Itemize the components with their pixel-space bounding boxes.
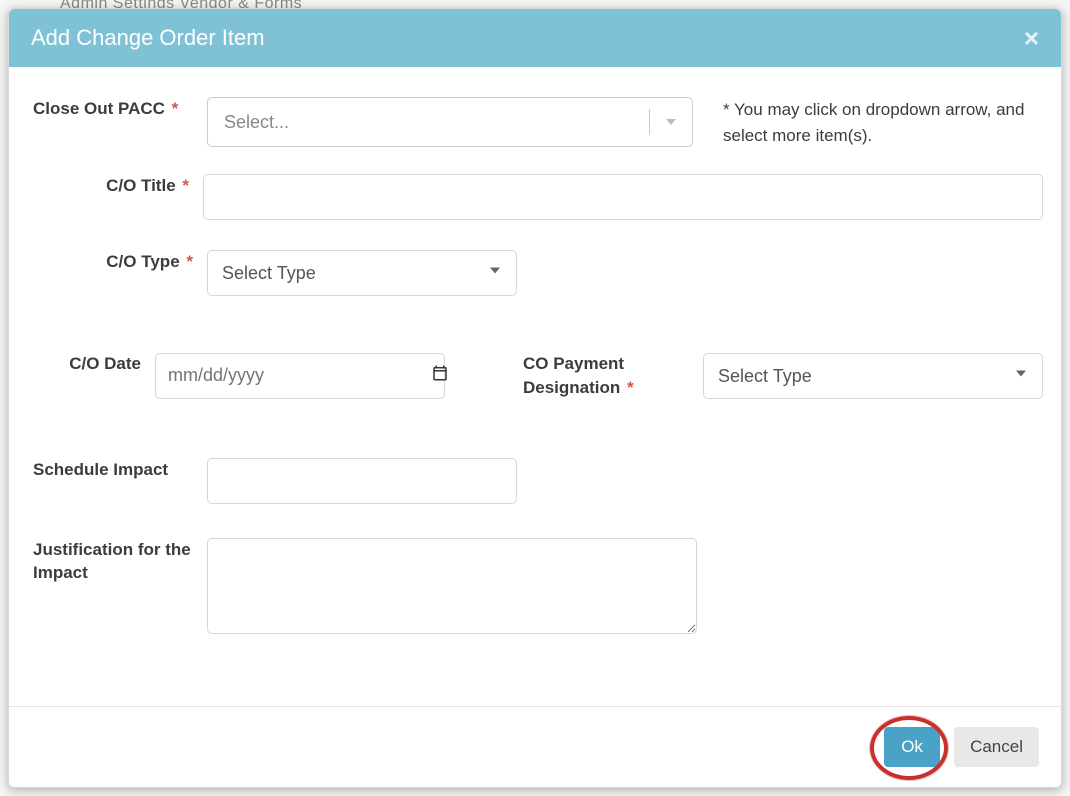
justification-textarea[interactable]: [207, 538, 697, 634]
required-asterisk: *: [167, 99, 178, 118]
co-date-input[interactable]: [155, 353, 445, 399]
label-close-out-pacc-text: Close Out PACC: [33, 99, 165, 118]
label-justification-text: Justification for the Impact: [33, 540, 191, 583]
row-justification: Justification for the Impact: [27, 538, 1043, 634]
required-asterisk: *: [178, 176, 189, 195]
close-icon[interactable]: ×: [1024, 25, 1039, 51]
modal-body: Close Out PACC * Select... * You may cli…: [9, 67, 1061, 706]
field-schedule-impact: [207, 458, 1043, 504]
label-co-payment-designation-text: CO Payment Designation: [523, 354, 624, 397]
label-co-payment-designation: CO Payment Designation *: [523, 352, 673, 400]
modal-title: Add Change Order Item: [31, 25, 265, 51]
field-co-date-row: CO Payment Designation * Select Type: [155, 352, 1043, 400]
label-co-title-text: C/O Title: [106, 176, 176, 195]
close-out-pacc-help-text: * You may click on dropdown arrow, and s…: [723, 97, 1043, 148]
required-asterisk: *: [622, 378, 633, 397]
modal-header: Add Change Order Item ×: [9, 9, 1061, 67]
required-asterisk: *: [182, 252, 193, 271]
field-close-out-pacc: Select... * You may click on dropdown ar…: [207, 97, 1043, 148]
co-title-input[interactable]: [203, 174, 1043, 220]
field-co-title: [203, 174, 1043, 220]
modal-footer: Ok Cancel: [9, 706, 1061, 787]
row-co-type: C/O Type * Select Type: [27, 250, 1043, 296]
row-co-date: C/O Date CO Payment Designation * Select…: [27, 352, 1043, 400]
close-out-pacc-select[interactable]: Select...: [207, 97, 693, 147]
chevron-down-icon: [650, 112, 692, 132]
co-payment-designation-select[interactable]: Select Type: [703, 353, 1043, 399]
row-co-title: C/O Title *: [27, 174, 1043, 220]
label-justification: Justification for the Impact: [27, 538, 207, 586]
row-schedule-impact: Schedule Impact: [27, 458, 1043, 504]
label-close-out-pacc: Close Out PACC *: [27, 97, 207, 121]
schedule-impact-input[interactable]: [207, 458, 517, 504]
modal-add-change-order-item: Add Change Order Item × Close Out PACC *…: [8, 8, 1062, 788]
label-schedule-impact: Schedule Impact: [27, 458, 207, 482]
co-payment-select-wrap: Select Type: [703, 353, 1043, 399]
close-out-pacc-placeholder: Select...: [208, 112, 649, 133]
label-co-title: C/O Title *: [27, 174, 203, 198]
field-justification: [207, 538, 1043, 634]
label-co-date: C/O Date: [27, 352, 155, 376]
cancel-button[interactable]: Cancel: [954, 727, 1039, 767]
co-type-select[interactable]: Select Type: [207, 250, 517, 296]
row-close-out-pacc: Close Out PACC * Select... * You may cli…: [27, 97, 1043, 148]
label-co-type-text: C/O Type: [106, 252, 179, 271]
label-co-date-text: C/O Date: [69, 354, 141, 373]
co-type-select-wrap: Select Type: [207, 250, 517, 296]
field-co-type: Select Type: [207, 250, 1043, 296]
label-schedule-impact-text: Schedule Impact: [33, 460, 168, 479]
label-co-type: C/O Type *: [27, 250, 207, 274]
ok-button[interactable]: Ok: [884, 727, 940, 767]
